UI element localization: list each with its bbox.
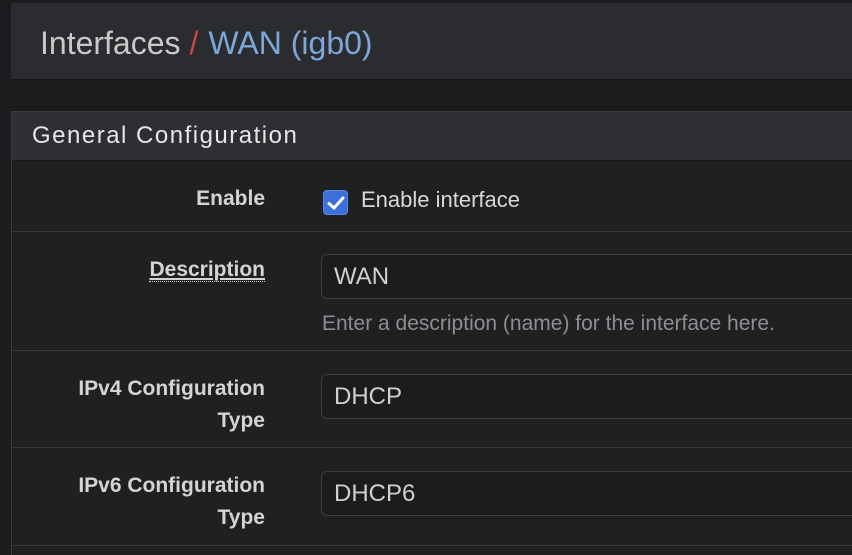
enable-row: Enable Enable interface — [12, 161, 852, 232]
enable-label: Enable — [196, 187, 265, 210]
ipv6-configuration-type-select[interactable]: DHCP6 — [321, 471, 852, 516]
breadcrumb-current-link[interactable]: WAN (igb0) — [208, 25, 372, 61]
enable-interface-checkbox[interactable] — [323, 190, 348, 215]
ipv6-configuration-type-label: IPv6 Configuration Type — [25, 470, 265, 534]
description-help-text: Enter a description (name) for the inter… — [322, 312, 775, 335]
ipv4-label-line1: IPv4 Configuration — [78, 377, 265, 400]
breadcrumb: Interfaces / WAN (igb0) — [40, 24, 373, 62]
ipv6-row: IPv6 Configuration Type DHCP6 — [12, 448, 852, 546]
ipv4-configuration-type-select[interactable]: DHCP — [321, 374, 852, 419]
ipv4-label-line2: Type — [217, 409, 265, 432]
ipv6-label-line1: IPv6 Configuration — [78, 474, 265, 497]
description-label-text: Description — [149, 258, 265, 282]
description-label: Description — [25, 254, 265, 286]
enable-interface-label[interactable]: Enable interface — [361, 186, 520, 214]
breadcrumb-interfaces-link[interactable]: Interfaces — [40, 25, 181, 61]
check-icon — [327, 196, 345, 210]
breadcrumb-separator: / — [189, 25, 199, 61]
general-configuration-panel: General Configuration Enable Enable inte… — [11, 111, 852, 555]
ipv6-label-line2: Type — [217, 506, 265, 529]
ipv4-configuration-type-label: IPv4 Configuration Type — [25, 373, 265, 437]
description-row: Description WAN Enter a description (nam… — [12, 232, 852, 351]
description-input[interactable]: WAN — [321, 254, 852, 299]
panel-title: General Configuration — [32, 122, 299, 149]
panel-heading: General Configuration — [12, 112, 852, 161]
breadcrumb-bar: Interfaces / WAN (igb0) — [11, 3, 852, 80]
ipv4-row: IPv4 Configuration Type DHCP — [12, 351, 852, 448]
